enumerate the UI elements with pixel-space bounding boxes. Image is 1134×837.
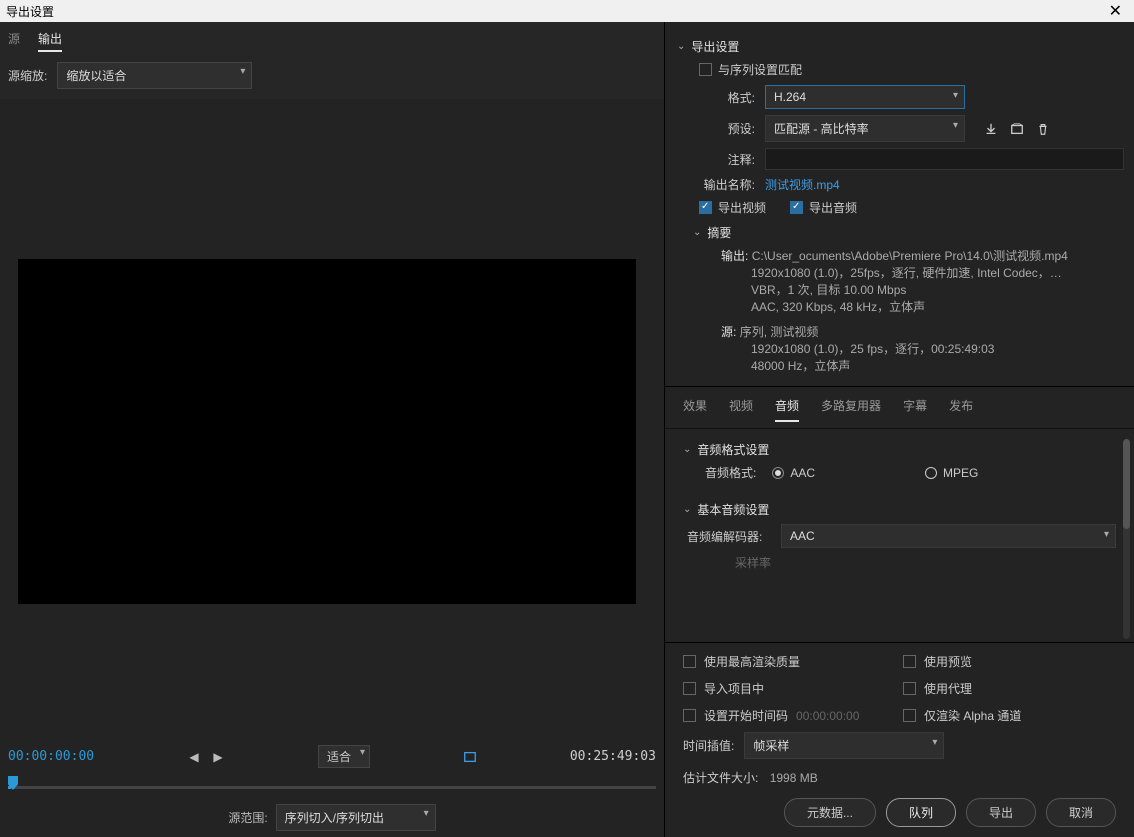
- export-audio-checkbox[interactable]: 导出音频: [790, 199, 857, 216]
- comment-label: 注释:: [699, 151, 755, 168]
- preview-canvas: [18, 259, 636, 604]
- use-preview-checkbox[interactable]: 使用预览: [903, 653, 1083, 670]
- tab-caption[interactable]: 字幕: [903, 397, 927, 422]
- match-sequence-checkbox[interactable]: 与序列设置匹配: [699, 61, 802, 78]
- chevron-down-icon: ⌄: [683, 444, 691, 455]
- close-icon[interactable]: ✕: [1103, 1, 1128, 21]
- output-name-label: 输出名称:: [699, 176, 755, 193]
- summary-output-label: 输出:: [721, 249, 748, 263]
- scrollbar-thumb[interactable]: [1123, 439, 1130, 529]
- summary-source-title: 序列, 测试视频: [740, 325, 819, 339]
- tab-source[interactable]: 源: [8, 30, 20, 52]
- tab-effects[interactable]: 效果: [683, 397, 707, 422]
- estimate-label: 估计文件大小:: [683, 771, 758, 785]
- tab-video[interactable]: 视频: [729, 397, 753, 422]
- delete-preset-icon[interactable]: [1035, 121, 1051, 137]
- zoom-fit-dropdown[interactable]: 适合: [318, 745, 370, 768]
- tab-mux[interactable]: 多路复用器: [821, 397, 881, 422]
- source-range-label: 源范围:: [228, 809, 267, 826]
- summary-out-line1: 1920x1080 (1.0)，25fps，逐行, 硬件加速, Intel Co…: [751, 264, 1124, 281]
- preset-label: 预设:: [699, 120, 755, 137]
- format-label: 格式:: [699, 89, 755, 106]
- summary-src-line2: 48000 Hz，立体声: [751, 357, 1124, 374]
- chevron-down-icon: ⌄: [677, 41, 685, 52]
- interpolation-select[interactable]: 帧采样: [744, 732, 944, 759]
- export-button[interactable]: 导出: [966, 798, 1036, 827]
- chevron-down-icon: ⌄: [683, 504, 691, 515]
- comment-field[interactable]: [765, 148, 1124, 170]
- dialog-title: 导出设置: [6, 3, 54, 20]
- timeline[interactable]: [8, 776, 656, 794]
- export-video-checkbox[interactable]: 导出视频: [699, 199, 766, 216]
- scrollbar[interactable]: [1123, 439, 1130, 639]
- tab-output[interactable]: 输出: [38, 30, 62, 52]
- interpolation-label: 时间插值:: [683, 737, 734, 754]
- import-preset-icon[interactable]: [1009, 121, 1025, 137]
- tab-audio[interactable]: 音频: [775, 397, 799, 422]
- summary-header[interactable]: ⌄ 摘要: [693, 224, 1124, 241]
- step-back-icon[interactable]: ◀: [185, 749, 203, 765]
- basic-audio-header[interactable]: ⌄ 基本音频设置: [683, 501, 1116, 518]
- alpha-only-checkbox[interactable]: 仅渲染 Alpha 通道: [903, 707, 1083, 724]
- summary-out-line2: VBR，1 次, 目标 10.00 Mbps: [751, 281, 1124, 298]
- audio-format-header[interactable]: ⌄ 音频格式设置: [683, 441, 1116, 458]
- audio-format-mpeg-radio[interactable]: MPEG: [925, 466, 978, 480]
- import-project-checkbox[interactable]: 导入项目中: [683, 680, 863, 697]
- export-settings-header[interactable]: ⌄ 导出设置: [677, 38, 1124, 55]
- audio-codec-label: 音频编解码器:: [687, 528, 771, 545]
- sample-rate-label: 采样率: [687, 554, 771, 571]
- aspect-ratio-icon[interactable]: [461, 749, 479, 765]
- summary-src-line1: 1920x1080 (1.0)，25 fps，逐行，00:25:49:03: [751, 340, 1124, 357]
- source-scale-label: 源缩放:: [8, 67, 47, 84]
- timecode-start[interactable]: 00:00:00:00: [8, 749, 94, 764]
- summary-output-path: C:\User_ocuments\Adobe\Premiere Pro\14.0…: [752, 249, 1068, 263]
- metadata-button[interactable]: 元数据...: [784, 798, 876, 827]
- titlebar: 导出设置 ✕: [0, 0, 1134, 22]
- save-preset-icon[interactable]: [983, 121, 999, 137]
- preview-area: [0, 99, 664, 737]
- preset-select[interactable]: 匹配源 - 高比特率: [765, 115, 965, 142]
- set-timecode-checkbox[interactable]: 设置开始时间码00:00:00:00: [683, 707, 863, 724]
- format-select[interactable]: H.264: [765, 85, 965, 109]
- audio-format-aac-radio[interactable]: AAC: [772, 466, 815, 480]
- timecode-end: 00:25:49:03: [570, 749, 656, 764]
- summary-out-line3: AAC, 320 Kbps, 48 kHz，立体声: [751, 298, 1124, 315]
- source-range-dropdown[interactable]: 序列切入/序列切出: [276, 804, 436, 831]
- step-forward-icon[interactable]: ▶: [209, 749, 227, 765]
- use-proxy-checkbox[interactable]: 使用代理: [903, 680, 1083, 697]
- audio-codec-select[interactable]: AAC: [781, 524, 1116, 548]
- output-name-link[interactable]: 测试视频.mp4: [765, 176, 840, 193]
- max-quality-checkbox[interactable]: 使用最高渲染质量: [683, 653, 863, 670]
- queue-button[interactable]: 队列: [886, 798, 956, 827]
- cancel-button[interactable]: 取消: [1046, 798, 1116, 827]
- chevron-down-icon: ⌄: [693, 227, 701, 238]
- estimate-value: 1998 MB: [770, 771, 818, 785]
- summary-source-label: 源:: [721, 325, 736, 339]
- audio-format-label: 音频格式:: [705, 464, 756, 481]
- tab-publish[interactable]: 发布: [949, 397, 973, 422]
- source-scale-dropdown[interactable]: 缩放以适合: [57, 62, 252, 89]
